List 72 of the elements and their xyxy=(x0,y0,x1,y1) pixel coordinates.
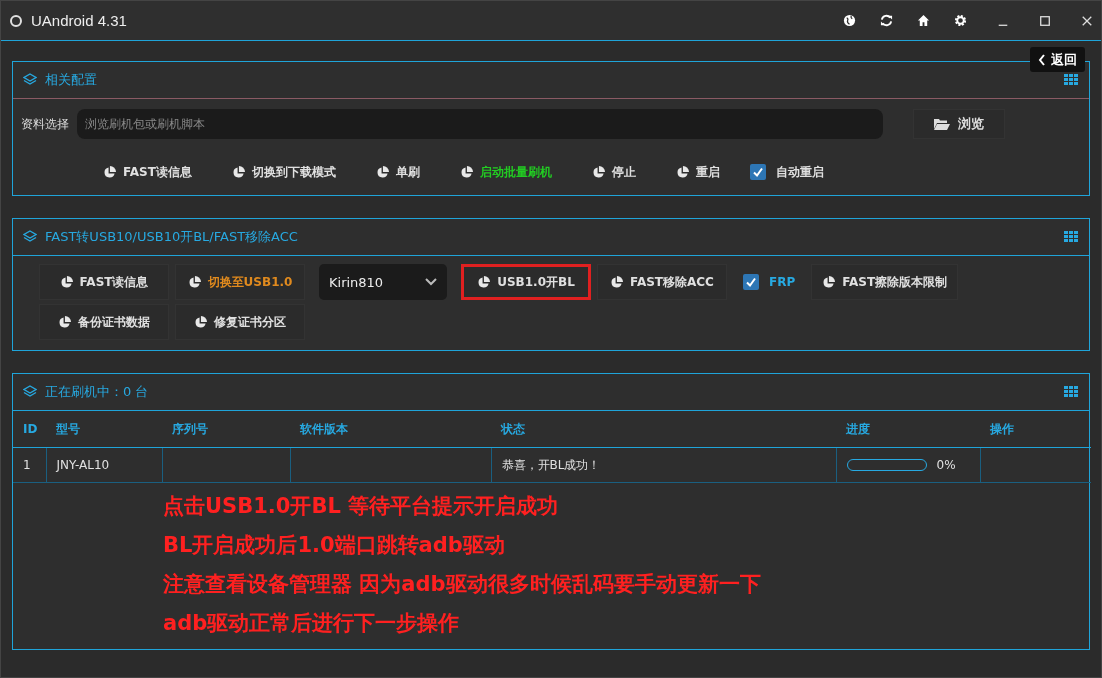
action-button[interactable]: 切换至USB1.0 xyxy=(175,264,305,300)
annotation-text: 注意查看设备管理器 因为adb驱动很多时候乱码要手动更新一下 xyxy=(163,571,762,598)
panel-title: FAST转USB10/USB10开BL/FAST移除ACC xyxy=(45,228,298,246)
action-button[interactable]: 单刷 xyxy=(365,157,430,187)
pie-chart-icon xyxy=(610,275,624,289)
field-label: 资料选择 xyxy=(21,115,69,133)
pie-chart-icon xyxy=(103,165,116,179)
grid-icon[interactable] xyxy=(1064,74,1079,86)
pie-chart-icon xyxy=(822,275,836,289)
chevron-left-icon xyxy=(1038,53,1046,66)
layers-icon xyxy=(23,73,37,87)
window-title: UAndroid 4.31 xyxy=(31,12,127,29)
layers-icon xyxy=(23,230,37,244)
action-button[interactable]: 重启 xyxy=(665,157,730,187)
checkbox[interactable]: 自动重启 xyxy=(749,163,824,181)
action-button[interactable]: 切换到下载模式 xyxy=(221,157,346,187)
file-path-field[interactable]: 浏览刷机包或刷机脚本 xyxy=(77,109,883,139)
pie-chart-icon xyxy=(58,315,71,329)
annotation-text: 点击USB1.0开BL 等待平台提示开启成功 xyxy=(163,493,560,520)
annotation-text: adb驱动正常后进行下一步操作 xyxy=(163,610,461,637)
panel-title: 正在刷机中：0 台 xyxy=(45,383,149,401)
annotation-text: BL开启成功后1.0端口跳转adb驱动 xyxy=(163,532,506,559)
column-header: 操作 xyxy=(990,421,1014,436)
pie-chart-icon xyxy=(591,165,605,179)
checkbox-label: FRP xyxy=(769,275,796,289)
app-logo-icon xyxy=(9,13,23,28)
pie-chart-icon xyxy=(375,165,389,179)
action-button[interactable]: USB1.0开BL xyxy=(461,264,591,300)
action-button[interactable]: FAST移除ACC xyxy=(597,264,727,300)
column-header: 进度 xyxy=(846,421,870,436)
pie-chart-icon xyxy=(231,165,245,179)
table-cell: 1 xyxy=(23,458,31,472)
chip-model-dropdown[interactable]: Kirin810 xyxy=(319,264,447,300)
checkbox-label: 自动重启 xyxy=(775,163,824,181)
column-header: 序列号 xyxy=(172,421,208,436)
column-header: 软件版本 xyxy=(300,421,348,436)
grid-icon[interactable] xyxy=(1064,386,1079,398)
home-icon[interactable] xyxy=(917,14,930,27)
refresh-icon[interactable] xyxy=(880,14,893,27)
chevron-down-icon xyxy=(425,278,437,286)
maximize-icon[interactable] xyxy=(1039,14,1051,27)
action-button[interactable]: 修复证书分区 xyxy=(175,304,305,340)
folder-icon xyxy=(934,118,950,130)
close-icon[interactable] xyxy=(1081,14,1093,27)
action-button[interactable]: FAST读信息 xyxy=(39,264,169,300)
column-header: 型号 xyxy=(56,421,80,436)
pie-chart-icon xyxy=(459,165,473,179)
panel-title: 相关配置 xyxy=(45,71,97,89)
column-header: ID xyxy=(23,422,38,436)
action-button[interactable]: FAST擦除版本限制 xyxy=(811,264,959,300)
checkmark-icon xyxy=(745,276,757,288)
checkmark-icon xyxy=(751,166,764,178)
pie-chart-icon xyxy=(194,315,207,329)
pie-chart-icon xyxy=(59,275,73,289)
table-cell: JNY-AL10 xyxy=(56,458,110,472)
checkbox[interactable]: FRP xyxy=(743,274,796,290)
progress-reading: 0% xyxy=(936,458,956,472)
back-button[interactable]: 返回 xyxy=(1030,47,1085,72)
settings-icon[interactable] xyxy=(954,14,967,27)
action-button[interactable]: 停止 xyxy=(581,157,646,187)
action-button[interactable]: FAST读信息 xyxy=(93,157,202,187)
pie-chart-icon xyxy=(477,275,491,289)
layers-icon xyxy=(23,385,37,399)
browse-button[interactable]: 浏览 xyxy=(913,109,1005,139)
pie-chart-icon xyxy=(675,165,689,179)
action-button[interactable]: 备份证书数据 xyxy=(39,304,169,340)
action-button[interactable]: 启动批量刷机 xyxy=(449,157,562,187)
table-cell: 恭喜，开BL成功！ xyxy=(501,457,601,472)
grid-icon[interactable] xyxy=(1064,231,1079,243)
column-header: 状态 xyxy=(501,421,525,436)
pie-chart-icon xyxy=(187,275,201,289)
globe-icon[interactable] xyxy=(843,14,856,27)
